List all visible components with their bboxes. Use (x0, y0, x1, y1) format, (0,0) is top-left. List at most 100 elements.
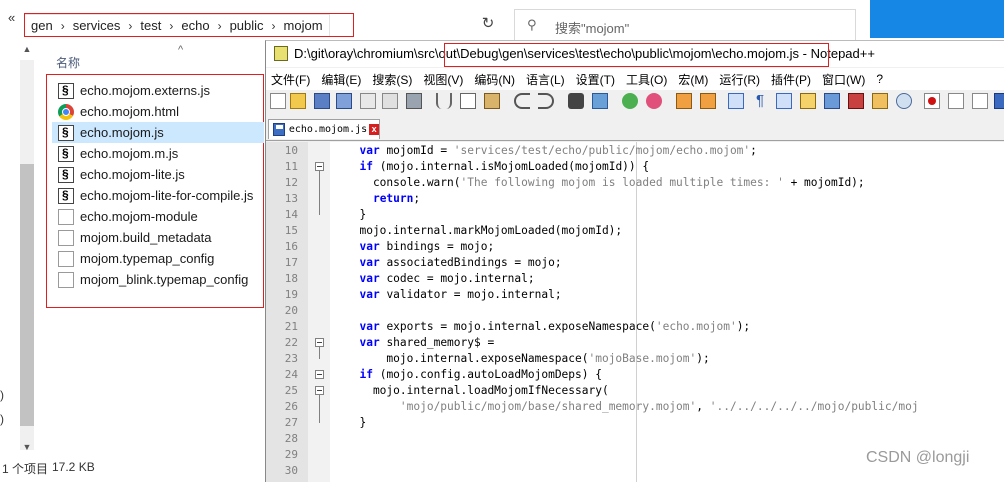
line-number: 26 (284, 400, 298, 413)
fold-guide (319, 395, 320, 423)
blank-file-icon (58, 229, 74, 246)
new-file-icon[interactable] (270, 93, 286, 109)
find-icon[interactable] (568, 93, 584, 109)
column-header-name[interactable]: 名称 (56, 54, 80, 71)
file-list-item[interactable]: echo.mojom.m.js (52, 143, 264, 164)
sync-horizontal-icon[interactable] (700, 93, 716, 109)
search-input[interactable]: ⚲ 搜索"mojom" (514, 9, 856, 41)
code-line: 25 mojo.internal.loadMojomIfNecessary( (266, 383, 1004, 399)
file-list-item[interactable]: echo.mojom.js (52, 122, 264, 143)
menu-item[interactable]: 视图(V) (418, 71, 469, 88)
file-list-item[interactable]: echo.mojom.html (52, 101, 264, 122)
word-wrap-icon[interactable] (728, 93, 744, 109)
save-icon[interactable] (314, 93, 330, 109)
line-number: 22 (284, 336, 298, 349)
menu-item[interactable]: 运行(R) (714, 71, 766, 88)
notepadpp-window: D:\git\oray\chromium\src\out\Debug\gen\s… (265, 40, 1004, 482)
file-list-item[interactable]: echo.mojom-lite-for-compile.js (52, 185, 264, 206)
redo-icon[interactable] (538, 93, 554, 109)
menu-item[interactable]: 语言(L) (521, 71, 571, 88)
line-number: 17 (284, 256, 298, 269)
fold-toggle-icon[interactable] (315, 386, 324, 395)
file-list-item[interactable]: echo.mojom.externs.js (52, 80, 264, 101)
close-file-icon[interactable] (360, 93, 376, 109)
code-text: var mojomId = 'services/test/echo/public… (359, 144, 757, 157)
menu-item[interactable]: 编码(N) (469, 71, 521, 88)
code-line: 22 var shared_memory$ = (266, 335, 1004, 351)
menu-item[interactable]: 插件(P) (766, 71, 817, 88)
search-icon: ⚲ (527, 17, 537, 32)
toolbar: ¶ (266, 90, 1004, 112)
blank-file-icon (58, 250, 74, 267)
code-line: 20 (266, 303, 1004, 319)
open-file-icon[interactable] (290, 93, 306, 109)
close-tab-icon[interactable]: x (369, 124, 379, 135)
code-line: 28 (266, 431, 1004, 447)
js-file-icon (58, 145, 74, 162)
code-text: if (mojo.config.autoLoadMojomDeps) { (359, 368, 602, 381)
menu-item[interactable]: 窗口(W) (817, 71, 871, 88)
refresh-icon[interactable]: ↻ (478, 14, 498, 34)
code-line: 15 mojo.internal.markMojomLoaded(mojomId… (266, 223, 1004, 239)
line-number: 20 (284, 304, 298, 317)
pane-text: ) (0, 412, 4, 426)
indent-guide-icon[interactable] (776, 93, 792, 109)
line-number: 10 (284, 144, 298, 157)
file-list-item[interactable]: echo.mojom-module (52, 206, 264, 227)
line-number: 11 (284, 160, 298, 173)
close-all-icon[interactable] (382, 93, 398, 109)
tab-label: echo.mojom.js (288, 124, 368, 135)
highlight-box (24, 13, 354, 37)
menu-item[interactable]: ? (871, 72, 889, 86)
zoom-in-icon[interactable] (622, 93, 638, 109)
show-all-characters-icon[interactable]: ¶ (752, 93, 768, 109)
stop-macro-icon[interactable] (948, 93, 964, 109)
menu-item[interactable]: 搜索(S) (367, 71, 418, 88)
file-list: echo.mojom.externs.js echo.mojom.html echo… (52, 80, 264, 290)
scroll-up-icon[interactable]: ▲ (20, 44, 34, 58)
menu-item[interactable]: 文件(F) (266, 71, 316, 88)
tab-echo-mojom-js[interactable]: echo.mojom.js x (268, 119, 380, 139)
undo-icon[interactable] (514, 93, 530, 109)
menu-item[interactable]: 编辑(E) (316, 71, 367, 88)
menu-item[interactable]: 设置(T) (571, 71, 621, 88)
cut-icon[interactable] (436, 93, 452, 109)
search-placeholder: 搜索"mojom" (555, 21, 630, 36)
code-text: var bindings = mojo; (359, 240, 495, 253)
fold-toggle-icon[interactable] (315, 370, 324, 379)
menu-item[interactable]: 工具(O) (621, 71, 673, 88)
nav-chevron-icon[interactable]: « (8, 10, 15, 25)
paste-icon[interactable] (484, 93, 500, 109)
save-all-icon[interactable] (336, 93, 352, 109)
file-name: echo.mojom.html (80, 104, 179, 119)
folder-workspace-icon[interactable] (872, 93, 888, 109)
fold-guide (319, 347, 320, 359)
line-number: 25 (284, 384, 298, 397)
pane-scrollbar-thumb[interactable] (20, 164, 34, 426)
sync-vertical-icon[interactable] (676, 93, 692, 109)
sort-ascending-icon: ^ (178, 44, 184, 56)
replace-icon[interactable] (592, 93, 608, 109)
fold-toggle-icon[interactable] (315, 162, 324, 171)
monitoring-icon[interactable] (896, 93, 912, 109)
fold-toggle-icon[interactable] (315, 338, 324, 347)
file-list-item[interactable]: echo.mojom-lite.js (52, 164, 264, 185)
status-size: 17.2 KB (52, 460, 95, 474)
print-icon[interactable] (406, 93, 422, 109)
play-macro-icon[interactable] (972, 93, 988, 109)
scroll-down-icon[interactable]: ▼ (20, 442, 34, 456)
function-list-icon[interactable] (848, 93, 864, 109)
zoom-out-icon[interactable] (646, 93, 662, 109)
lang-define-icon[interactable] (800, 93, 816, 109)
code-text: mojo.internal.exposeNamespace('mojoBase.… (346, 352, 710, 365)
document-map-icon[interactable] (824, 93, 840, 109)
menu-bar: 文件(F) 编辑(E) 搜索(S) 视图(V) 编码(N) 语言(L) 设置(T) 工具(O)… (266, 68, 1004, 90)
file-list-item[interactable]: mojom.typemap_config (52, 248, 264, 269)
file-list-item[interactable]: mojom_blink.typemap_config (52, 269, 264, 290)
copy-icon[interactable] (460, 93, 476, 109)
code-editor[interactable]: 10 var mojomId = 'services/test/echo/pub… (266, 142, 1004, 482)
run-macro-multiple-icon[interactable] (994, 93, 1004, 109)
menu-item[interactable]: 宏(M) (673, 71, 714, 88)
line-number: 16 (284, 240, 298, 253)
file-list-item[interactable]: mojom.build_metadata (52, 227, 264, 248)
